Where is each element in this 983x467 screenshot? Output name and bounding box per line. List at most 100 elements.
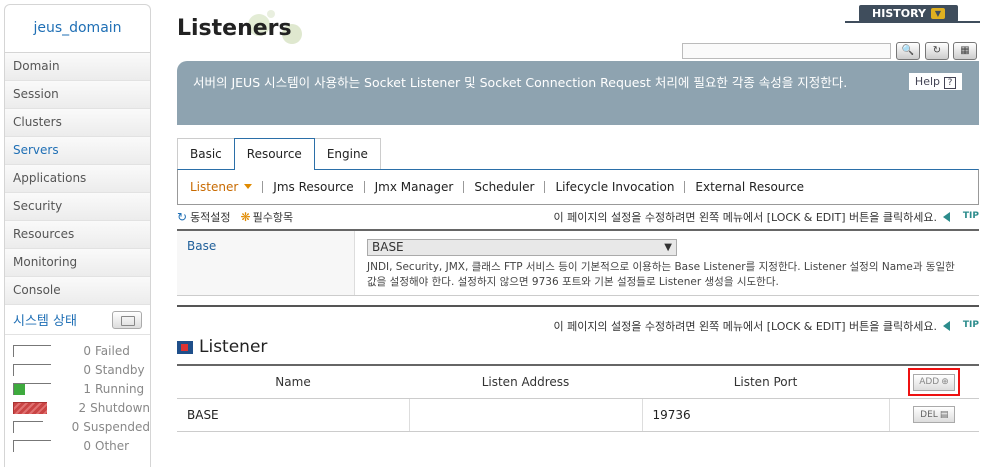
section-divider — [177, 305, 979, 307]
sidebar-item-domain[interactable]: Domain — [5, 53, 150, 81]
subnav-external-resource[interactable]: External Resource — [684, 181, 814, 193]
tip-text: 이 페이지의 설정을 수정하려면 왼쪽 메뉴에서 [LOCK & EDIT] 버… — [553, 320, 937, 333]
listener-table: Name Listen Address Listen Port ADD ⊕ BA… — [177, 364, 979, 432]
status-running: 1 Running — [5, 379, 150, 398]
subnav-label: Listener — [190, 180, 239, 194]
tab-bar: Basic Resource Engine — [177, 138, 381, 170]
banner-text: 서버의 JEUS 시스템이 사용하는 Socket Listener 및 Soc… — [193, 75, 848, 90]
help-button[interactable]: Help? — [908, 73, 962, 90]
add-icon: ⊕ — [941, 377, 949, 387]
dynamic-setting-label: 동적설정 — [190, 211, 231, 224]
xml-export-icon[interactable]: ▦ — [953, 42, 977, 60]
refresh-icon[interactable]: ↻ — [925, 42, 949, 60]
listener-section-title: Listener — [177, 337, 267, 357]
status-count: 0 — [83, 362, 91, 377]
base-setting-row: Base BASE ▼ JNDI, Security, JMX, 클래스 FTP… — [177, 229, 979, 296]
subnav-jmx-manager[interactable]: Jmx Manager — [363, 181, 464, 193]
status-count: 0 — [71, 419, 80, 434]
add-button-highlight: ADD ⊕ — [908, 368, 960, 396]
sidebar-item-console[interactable]: Console — [5, 277, 150, 305]
status-shutdown: 2 Shutdown — [5, 398, 150, 417]
sidebar-item-security[interactable]: Security — [5, 193, 150, 221]
sidebar-item-monitoring[interactable]: Monitoring — [5, 249, 150, 277]
cell-actions: DEL ▤ — [889, 398, 979, 432]
caret-down-icon — [244, 184, 253, 189]
status-count: 1 — [83, 381, 91, 396]
status-label: Suspended — [83, 419, 150, 434]
status-failed: 0 Failed — [5, 341, 150, 360]
legend: ↻ 동적설정 ❋ 필수항목 — [177, 209, 293, 225]
delete-label: DEL — [920, 409, 938, 420]
meta-row-2: 이 페이지의 설정을 수정하려면 왼쪽 메뉴에서 [LOCK & EDIT] 버… — [177, 317, 979, 335]
tip-text: 이 페이지의 설정을 수정하려면 왼쪽 메뉴에서 [LOCK & EDIT] 버… — [553, 211, 937, 224]
status-count: 0 — [83, 343, 91, 358]
column-header-listen-port: Listen Port — [642, 364, 889, 399]
base-select[interactable]: BASE ▼ — [367, 239, 677, 256]
help-icon: ? — [944, 77, 956, 89]
search-icon[interactable]: 🔍 — [896, 42, 920, 60]
cell-listen-address — [409, 398, 643, 432]
column-header-actions: ADD ⊕ — [889, 364, 979, 399]
status-bar-icon — [13, 344, 51, 357]
status-label: Standby — [95, 362, 145, 377]
search-input[interactable] — [682, 43, 891, 59]
sidebar-item-session[interactable]: Session — [5, 81, 150, 109]
dynamic-setting-icon: ↻ — [177, 210, 188, 224]
cell-listen-port: 19736 — [642, 398, 890, 432]
status-label: Shutdown — [90, 400, 150, 415]
sidebar-item-clusters[interactable]: Clusters — [5, 109, 150, 137]
status-count: 2 — [78, 400, 87, 415]
tab-engine[interactable]: Engine — [313, 138, 381, 170]
subnav-scheduler[interactable]: Scheduler — [463, 181, 544, 193]
description-banner: 서버의 JEUS 시스템이 사용하는 Socket Listener 및 Soc… — [177, 61, 979, 125]
delete-button[interactable]: DEL ▤ — [913, 406, 956, 424]
add-button[interactable]: ADD ⊕ — [913, 373, 955, 391]
tip-badge: TIP — [941, 211, 979, 223]
status-label: Running — [95, 381, 145, 396]
required-icon: ❋ — [240, 210, 251, 224]
status-suspended: 0 Suspended — [5, 417, 150, 436]
history-button[interactable]: HISTORY ▼ — [859, 5, 958, 22]
cell-name: BASE — [177, 398, 410, 432]
status-list: 0 Failed 0 Standby 1 Running 2 Shutdown … — [5, 335, 150, 455]
subnav-listener[interactable]: Listener — [190, 181, 262, 193]
add-label: ADD — [919, 377, 940, 387]
subnav-jms-resource[interactable]: Jms Resource — [262, 181, 363, 193]
sidebar-item-servers[interactable]: Servers — [5, 137, 150, 165]
system-status-title: 시스템 상태 — [13, 314, 77, 329]
tab-resource[interactable]: Resource — [233, 138, 315, 170]
trash-icon: ▤ — [939, 409, 949, 420]
page-title: Listeners — [177, 16, 292, 41]
status-count: 0 — [83, 438, 91, 453]
column-header-listen-address: Listen Address — [409, 364, 642, 399]
sidebar-item-resources[interactable]: Resources — [5, 221, 150, 249]
subnav-lifecycle-invocation[interactable]: Lifecycle Invocation — [544, 181, 684, 193]
system-status-toggle-icon[interactable] — [112, 310, 142, 329]
column-header-name: Name — [177, 364, 409, 399]
table-header-row: Name Listen Address Listen Port ADD ⊕ — [177, 364, 979, 399]
dropdown-arrow-icon: ▼ — [664, 242, 672, 253]
status-bar-icon — [13, 439, 51, 452]
base-body: BASE ▼ JNDI, Security, JMX, 클래스 FTP 서비스 … — [355, 231, 979, 295]
sidebar: jeus_domain Domain Session Clusters Serv… — [4, 4, 151, 467]
subnav: Listener Jms Resource Jmx Manager Schedu… — [177, 169, 979, 205]
status-bar-icon — [13, 420, 43, 433]
required-label: 필수항목 — [252, 211, 294, 224]
meta-row: ↻ 동적설정 ❋ 필수항목 이 페이지의 설정을 수정하려면 왼쪽 메뉴에서 [… — [177, 208, 979, 226]
domain-title[interactable]: jeus_domain — [5, 5, 150, 53]
section-flag-icon — [177, 340, 193, 354]
tab-basic[interactable]: Basic — [177, 138, 235, 170]
base-description: JNDI, Security, JMX, 클래스 FTP 서비스 등이 기본적으… — [367, 261, 955, 288]
history-label: HISTORY — [872, 7, 926, 20]
base-label: Base — [177, 231, 355, 295]
status-bar-icon — [13, 363, 51, 376]
system-status-header: 시스템 상태 — [5, 305, 150, 335]
table-row: BASE 19736 DEL ▤ — [177, 398, 979, 432]
tip-badge: TIP — [941, 320, 979, 332]
status-other: 0 Other — [5, 436, 150, 455]
status-bar-icon — [13, 382, 51, 395]
section-title-text: Listener — [199, 337, 268, 357]
sidebar-item-applications[interactable]: Applications — [5, 165, 150, 193]
status-bar-icon — [13, 401, 48, 414]
base-select-value: BASE — [372, 240, 404, 254]
